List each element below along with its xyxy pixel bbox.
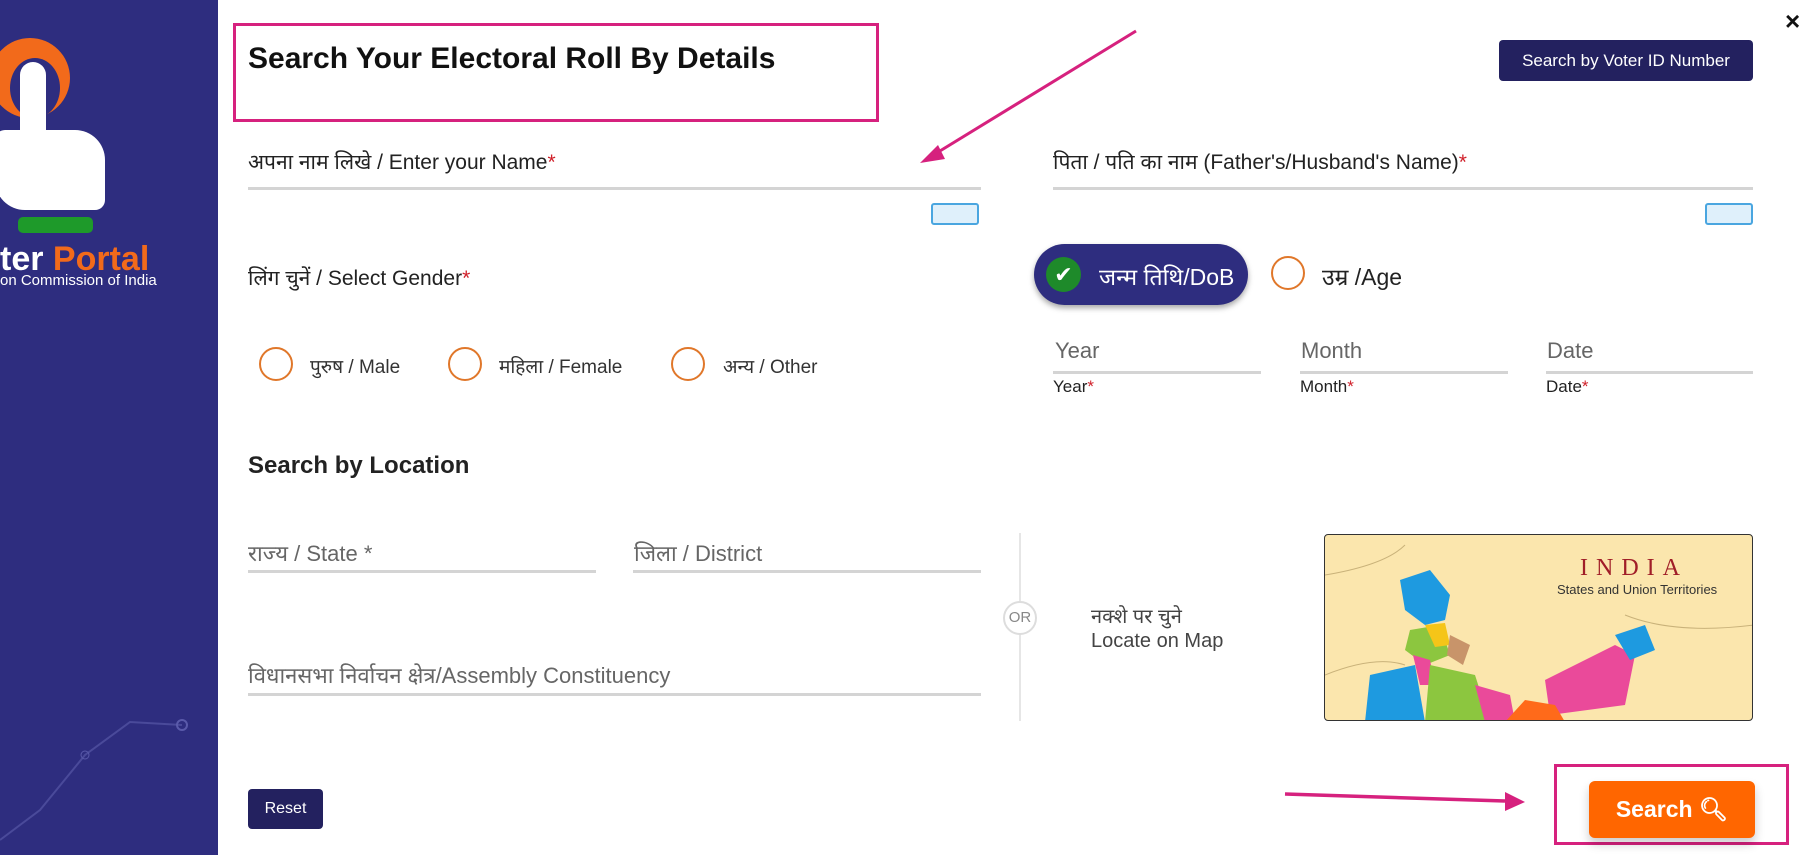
map-subtitle: States and Union Territories (1557, 582, 1718, 597)
district-underline (633, 570, 981, 573)
map-title: INDIA (1580, 555, 1688, 581)
map-label: Locate on Map (1091, 630, 1224, 652)
father-name-input[interactable] (1053, 187, 1753, 190)
year-input[interactable]: Year (1055, 338, 1099, 364)
logo-subtitle: on Commission of India (0, 272, 157, 289)
assembly-underline (248, 693, 981, 696)
check-icon: ✔ (1046, 257, 1081, 292)
search-button[interactable]: Search 🔍︎ (1589, 781, 1755, 838)
month-underline (1300, 371, 1508, 374)
age-label: उम्र /Age (1322, 264, 1403, 290)
assembly-select[interactable]: विधानसभा निर्वाचन क्षेत्र/Assembly Const… (248, 660, 670, 690)
reset-button[interactable]: Reset (248, 789, 323, 829)
page-title: Search Your Electoral Roll By Details (248, 42, 776, 75)
age-radio[interactable] (1271, 256, 1305, 290)
name-input[interactable] (248, 187, 981, 190)
keyboard-icon[interactable] (1705, 203, 1753, 225)
gender-male-radio[interactable] (259, 347, 293, 381)
father-name-label: पिता / पति का नाम (Father's/Husband's Na… (1053, 151, 1467, 174)
search-icon: 🔍︎ (1698, 796, 1729, 822)
date-underline (1546, 371, 1753, 374)
decorative-graph-icon (0, 719, 188, 841)
year-underline (1053, 371, 1261, 374)
sidebar: ter Portal on Commission of India (0, 0, 218, 855)
state-underline (248, 570, 596, 573)
name-label: अपना नाम लिखे / Enter your Name* (248, 151, 556, 174)
dob-option-pill[interactable]: ✔ जन्म तिथि/DoB (1034, 244, 1248, 305)
dob-option-label: जन्म तिथि/DoB (1099, 264, 1235, 290)
india-map[interactable]: INDIA States and Union Territories (1324, 534, 1753, 721)
gender-female-radio[interactable] (448, 347, 482, 381)
gender-other-radio[interactable] (671, 347, 705, 381)
search-by-voter-id-button[interactable]: Search by Voter ID Number (1499, 40, 1753, 81)
month-label: Month* (1300, 377, 1354, 396)
close-icon[interactable]: × (1785, 6, 1799, 37)
year-label: Year* (1053, 377, 1094, 396)
india-map-icon (1325, 544, 1752, 720)
date-input[interactable]: Date (1547, 338, 1593, 364)
gender-label: लिंग चुनें / Select Gender* (248, 267, 471, 290)
search-label: Search (1615, 796, 1693, 822)
or-badge: OR (1003, 601, 1037, 635)
gender-male-label: पुरुष / Male (310, 357, 401, 378)
keyboard-icon[interactable] (931, 203, 979, 225)
location-heading: Search by Location (248, 452, 470, 479)
map-label-hindi: नक्शे पर चुने (1091, 606, 1182, 628)
state-select[interactable]: राज्य / State * (248, 538, 372, 568)
gender-other-label: अन्य / Other (723, 357, 818, 378)
month-input[interactable]: Month (1301, 338, 1362, 364)
gender-female-label: महिला / Female (499, 357, 623, 378)
date-label: Date* (1546, 377, 1589, 396)
annotation-arrows (920, 29, 1525, 811)
district-select[interactable]: जिला / District (634, 538, 762, 568)
